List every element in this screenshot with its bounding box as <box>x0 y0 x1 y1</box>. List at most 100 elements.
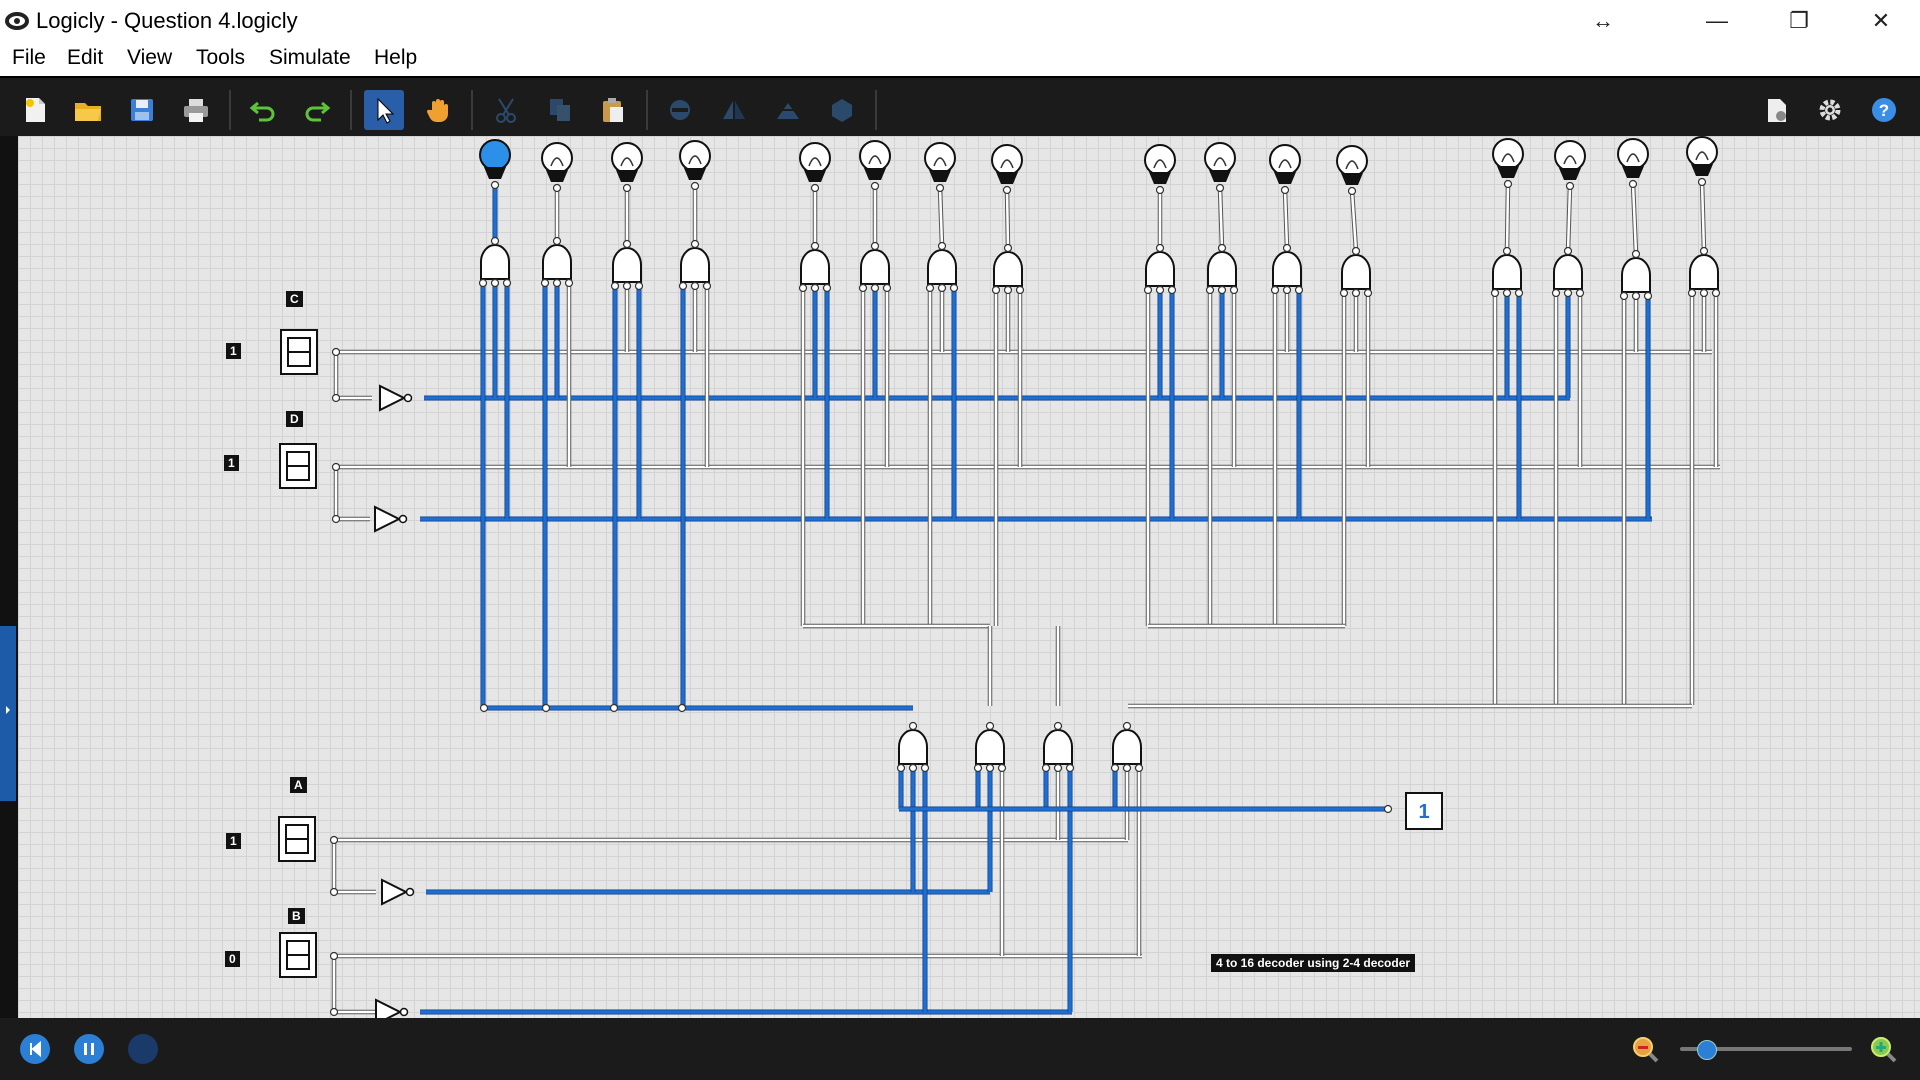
save-icon[interactable] <box>122 90 162 130</box>
menu-edit[interactable]: Edit <box>67 46 103 70</box>
bulb-wire[interactable] <box>1005 189 1010 249</box>
bulb-base <box>1622 166 1644 178</box>
menu-simulate[interactable]: Simulate <box>269 46 351 70</box>
decoder-and-gate[interactable] <box>1689 254 1719 290</box>
decoder-and-gate[interactable] <box>612 247 642 283</box>
bulb-base <box>1497 166 1519 178</box>
not-gate-b[interactable] <box>375 998 409 1018</box>
zoom-in-icon[interactable] <box>1868 1034 1898 1069</box>
decoder-and-gate[interactable] <box>975 729 1005 765</box>
light-bulb[interactable] <box>479 139 511 179</box>
wire-junction <box>678 281 688 291</box>
resize-arrows-icon[interactable]: ↔ <box>1568 0 1638 42</box>
light-bulb[interactable] <box>924 142 956 182</box>
decoder-and-gate[interactable] <box>1043 729 1073 765</box>
light-bulb[interactable] <box>859 140 891 180</box>
decoder-and-gate[interactable] <box>860 249 890 285</box>
light-bulb[interactable] <box>1269 144 1301 184</box>
toggle-switch-a[interactable] <box>278 816 316 862</box>
light-bulb[interactable] <box>1617 138 1649 178</box>
print-icon[interactable] <box>176 90 216 130</box>
decoder-and-gate[interactable] <box>1341 254 1371 290</box>
light-bulb[interactable] <box>799 142 831 182</box>
decoder-and-gate[interactable] <box>1112 729 1142 765</box>
wire-junction <box>1563 288 1573 298</box>
close-button[interactable]: ✕ <box>1846 0 1916 42</box>
status-bar <box>0 1018 1920 1080</box>
output-probe[interactable]: 1 <box>1405 792 1443 830</box>
help-icon[interactable]: ? <box>1864 90 1904 130</box>
light-bulb[interactable] <box>679 140 711 180</box>
rail-d-branch[interactable] <box>334 467 370 521</box>
not-gate-a[interactable] <box>381 878 415 906</box>
menu-help[interactable]: Help <box>374 46 417 70</box>
decoder-and-gate[interactable] <box>927 249 957 285</box>
export-icon[interactable] <box>1757 90 1797 130</box>
light-bulb[interactable] <box>1492 138 1524 178</box>
flip-horizontal-icon[interactable] <box>714 90 754 130</box>
toggle-switch-d[interactable] <box>279 443 317 489</box>
flip-vertical-icon[interactable] <box>768 90 808 130</box>
wire-junction <box>1205 285 1215 295</box>
rail-c-branch[interactable] <box>334 352 372 400</box>
light-bulb[interactable] <box>1336 145 1368 185</box>
cut-icon[interactable] <box>486 90 526 130</box>
toggle-switch-b[interactable] <box>279 932 317 978</box>
light-bulb[interactable] <box>1686 136 1718 176</box>
light-bulb[interactable] <box>1204 142 1236 182</box>
decoder-and-gate[interactable] <box>1207 251 1237 287</box>
copy-icon[interactable] <box>540 90 580 130</box>
settings-gear-icon[interactable] <box>1810 90 1850 130</box>
circuit-note-label[interactable]: 4 to 16 decoder using 2-4 decoder <box>1211 954 1416 972</box>
input-label-b: B <box>288 908 305 924</box>
menu-file[interactable]: File <box>12 46 46 70</box>
decoder-and-gate[interactable] <box>1145 251 1175 287</box>
minimize-button[interactable]: — <box>1682 0 1752 42</box>
circuit-diagram[interactable]: 1 <box>18 136 1920 1018</box>
not-gate-d[interactable] <box>374 505 408 533</box>
bulb-base <box>1559 168 1581 180</box>
decoder-and-gate[interactable] <box>1492 254 1522 290</box>
open-folder-icon[interactable] <box>68 90 108 130</box>
select-pointer-icon[interactable] <box>364 90 404 130</box>
rotate-icon[interactable] <box>660 90 700 130</box>
wire-junction <box>973 763 983 773</box>
toggle-switch-c[interactable] <box>280 329 318 375</box>
group-icon[interactable] <box>822 90 862 130</box>
light-bulb[interactable] <box>1144 144 1176 184</box>
bulb-wire[interactable] <box>1505 183 1510 252</box>
light-bulb[interactable] <box>611 142 643 182</box>
zoom-slider-knob[interactable] <box>1696 1040 1717 1060</box>
pause-simulation-icon[interactable] <box>74 1034 104 1064</box>
zoom-out-icon[interactable] <box>1630 1034 1660 1069</box>
restore-button[interactable]: ❐ <box>1764 0 1834 42</box>
decoder-and-gate[interactable] <box>680 247 710 283</box>
circuit-canvas[interactable]: 1 C 1 D 1 A 1 B 0 4 to 16 decoder using … <box>18 136 1920 1018</box>
decoder-and-gate[interactable] <box>1272 251 1302 287</box>
new-file-icon[interactable] <box>15 90 55 130</box>
wire-junction <box>858 283 868 293</box>
expand-panel-tab[interactable] <box>0 626 16 801</box>
rail-a-branch[interactable] <box>332 840 376 894</box>
redo-icon[interactable] <box>297 90 337 130</box>
undo-icon[interactable] <box>243 90 283 130</box>
menu-tools[interactable]: Tools <box>196 46 245 70</box>
decoder-and-gate[interactable] <box>898 729 928 765</box>
light-bulb[interactable] <box>991 144 1023 184</box>
rail-b-branch[interactable] <box>332 956 376 1014</box>
paste-icon[interactable] <box>593 90 633 130</box>
step-simulation-icon[interactable] <box>128 1034 158 1064</box>
wire-junction <box>610 281 620 291</box>
pan-hand-icon[interactable] <box>418 90 458 130</box>
decoder-and-gate[interactable] <box>993 251 1023 287</box>
menu-view[interactable]: View <box>127 46 172 70</box>
decoder-and-gate[interactable] <box>542 244 572 280</box>
decoder-and-gate[interactable] <box>1553 254 1583 290</box>
reset-simulation-icon[interactable] <box>20 1034 50 1064</box>
decoder-and-gate[interactable] <box>1621 257 1651 293</box>
not-gate-c[interactable] <box>379 384 413 412</box>
decoder-and-gate[interactable] <box>800 249 830 285</box>
light-bulb[interactable] <box>541 142 573 182</box>
decoder-and-gate[interactable] <box>480 244 510 280</box>
light-bulb[interactable] <box>1554 140 1586 180</box>
